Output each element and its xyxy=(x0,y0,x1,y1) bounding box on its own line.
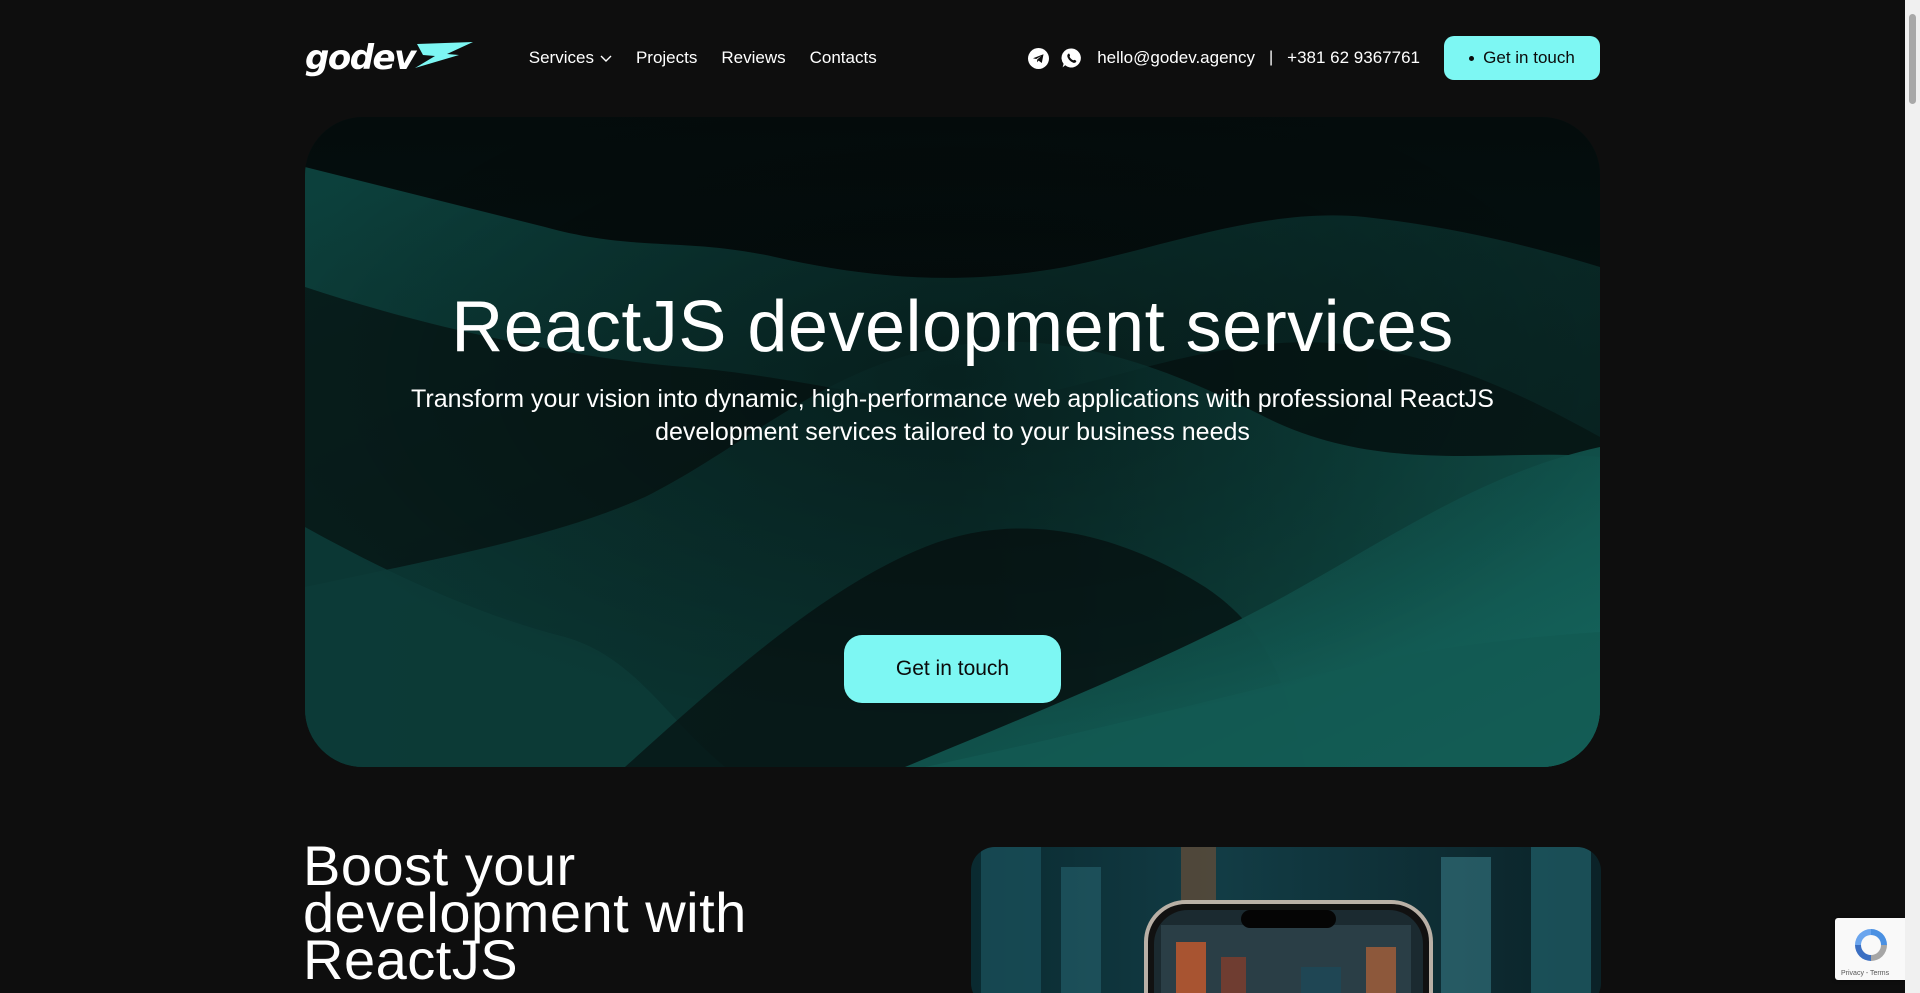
page: godev Services Projects Reviews Contacts xyxy=(0,0,1920,993)
nav-item-services[interactable]: Services xyxy=(529,48,612,68)
hero-title: ReactJS development services xyxy=(451,287,1454,367)
page-scrollbar[interactable] xyxy=(1905,0,1920,993)
logo[interactable]: godev xyxy=(305,34,475,82)
phone-city-image xyxy=(971,847,1601,993)
logo-wordmark: godev xyxy=(305,38,416,78)
scrollbar-thumb[interactable] xyxy=(1909,14,1916,104)
recaptcha-icon xyxy=(1855,929,1887,961)
email-link[interactable]: hello@godev.agency xyxy=(1097,48,1255,68)
phone-image-card xyxy=(971,847,1601,993)
nav-item-contacts[interactable]: Contacts xyxy=(810,48,877,68)
recaptcha-links[interactable]: Privacy - Terms xyxy=(1841,970,1889,977)
recaptcha-badge[interactable]: Privacy - Terms xyxy=(1835,918,1907,980)
button-label: Get in touch xyxy=(1483,48,1575,67)
nav-label: Projects xyxy=(635,48,698,67)
nav-label: Reviews xyxy=(721,48,786,67)
boost-title-line-3: ReactJS xyxy=(303,928,519,991)
telegram-icon[interactable] xyxy=(1027,47,1049,69)
nav-item-reviews[interactable]: Reviews xyxy=(721,48,785,68)
header-contacts: hello@godev.agency | +381 62 9367761 Get… xyxy=(1027,36,1600,80)
hero-subtitle-line-2: development services tailored to your bu… xyxy=(655,418,1250,446)
site-header: godev Services Projects Reviews Contacts xyxy=(305,34,1600,82)
phone-link[interactable]: +381 62 9367761 xyxy=(1287,48,1420,68)
whatsapp-icon[interactable] xyxy=(1061,47,1083,69)
hero-subtitle-line-1: Transform your vision into dynamic, high… xyxy=(411,385,1494,413)
bullet-dot-icon xyxy=(1469,55,1475,61)
chevron-down-icon xyxy=(600,55,612,62)
nav-item-projects[interactable]: Projects xyxy=(636,48,697,68)
hero-subtitle: Transform your vision into dynamic, high… xyxy=(305,383,1600,449)
main-nav: Services Projects Reviews Contacts xyxy=(529,48,901,68)
header-get-in-touch-button[interactable]: Get in touch xyxy=(1444,36,1600,80)
logo-bolt-icon xyxy=(414,42,473,68)
nav-label: Services xyxy=(528,48,594,67)
nav-label: Contacts xyxy=(809,48,877,67)
hero-get-in-touch-button[interactable]: Get in touch xyxy=(844,635,1061,703)
boost-section-title: Boost your development with ReactJS xyxy=(303,838,923,988)
contact-separator: | xyxy=(1269,49,1274,66)
